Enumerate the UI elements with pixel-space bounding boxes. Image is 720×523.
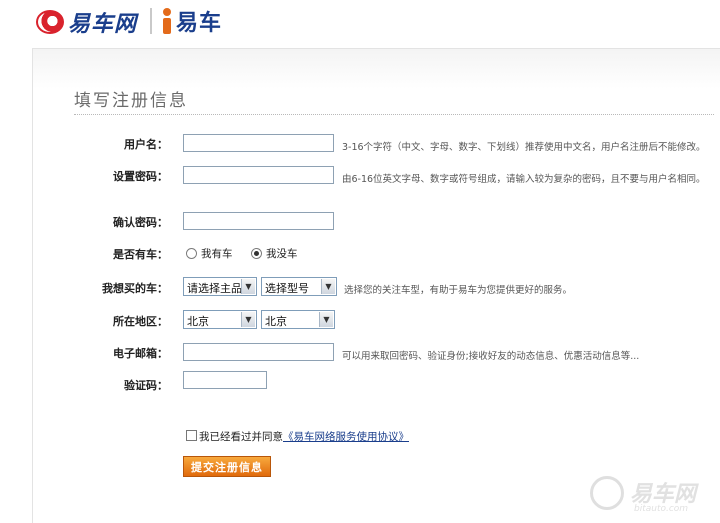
car-brand-select[interactable]: 请选择主品 ▼ [183,277,257,296]
agreement-row: 我已经看过并同意《易车网络服务使用协议》 [199,429,409,444]
region-label: 所在地区： [113,315,168,328]
password-label: 设置密码： [113,170,168,183]
title-divider [74,114,714,115]
city-value: 北京 [265,315,287,328]
province-select[interactable]: 北京 ▼ [183,310,257,329]
page-title: 填写注册信息 [74,91,188,111]
watermark: 易车网 bitauto.com [590,474,715,520]
iyiche-logo[interactable]: 易车 [160,6,222,36]
username-input[interactable] [183,134,334,152]
has-car-option-no: 我没车 [266,248,298,260]
car-model-value: 选择型号 [265,282,309,295]
bitauto-logo-text: 易车网 [68,12,138,37]
username-label: 用户名： [124,138,168,151]
province-value: 北京 [187,315,209,328]
watermark-sub: bitauto.com [634,504,689,514]
i-letter-icon [160,8,174,34]
car-brand-value: 请选择主品 [187,282,242,295]
agreement-link[interactable]: 《易车网络服务使用协议》 [283,431,409,443]
agreement-text: 我已经看过并同意 [199,431,283,443]
logo-divider [150,8,152,34]
bitauto-swirl-icon [36,10,64,34]
confirm-password-input[interactable] [183,212,334,230]
has-car-option-yes: 我有车 [201,248,233,260]
bitauto-logo[interactable]: 易车网 [36,8,138,37]
iyiche-logo-text: 易车 [176,11,223,36]
want-car-hint: 选择您的关注车型，有助于易车为您提供更好的服务。 [344,285,573,296]
password-hint: 由6-16位英文字母、数字或符号组成，请输入较为复杂的密码，且不要与用户名相同。 [342,174,706,185]
chevron-down-icon: ▼ [241,279,255,294]
captcha-input[interactable] [183,371,267,389]
city-select[interactable]: 北京 ▼ [261,310,335,329]
chevron-down-icon: ▼ [321,279,335,294]
agreement-checkbox[interactable] [186,430,197,441]
chevron-down-icon: ▼ [241,312,255,327]
password-input[interactable] [183,166,334,184]
car-model-select[interactable]: 选择型号 ▼ [261,277,337,296]
username-hint: 3-16个字符（中文、字母、数字、下划线）推荐使用中文名，用户名注册后不能修改。 [342,142,706,153]
submit-registration-button[interactable]: 提交注册信息 [183,456,271,477]
captcha-label: 验证码： [124,379,168,392]
email-hint: 可以用来取回密码、验证身份;接收好友的动态信息、优惠活动信息等... [342,351,640,362]
header-logo-bar: 易车网 易车 [0,0,720,48]
watermark-ring-icon [590,476,624,510]
email-label: 电子邮箱： [113,347,168,360]
want-car-label: 我想买的车： [102,282,168,295]
chevron-down-icon: ▼ [319,312,333,327]
confirm-password-label: 确认密码： [113,216,168,229]
email-input[interactable] [183,343,334,361]
has-car-radio-yes[interactable] [186,248,197,259]
has-car-label: 是否有车： [113,248,168,261]
has-car-radio-no[interactable] [251,248,262,259]
